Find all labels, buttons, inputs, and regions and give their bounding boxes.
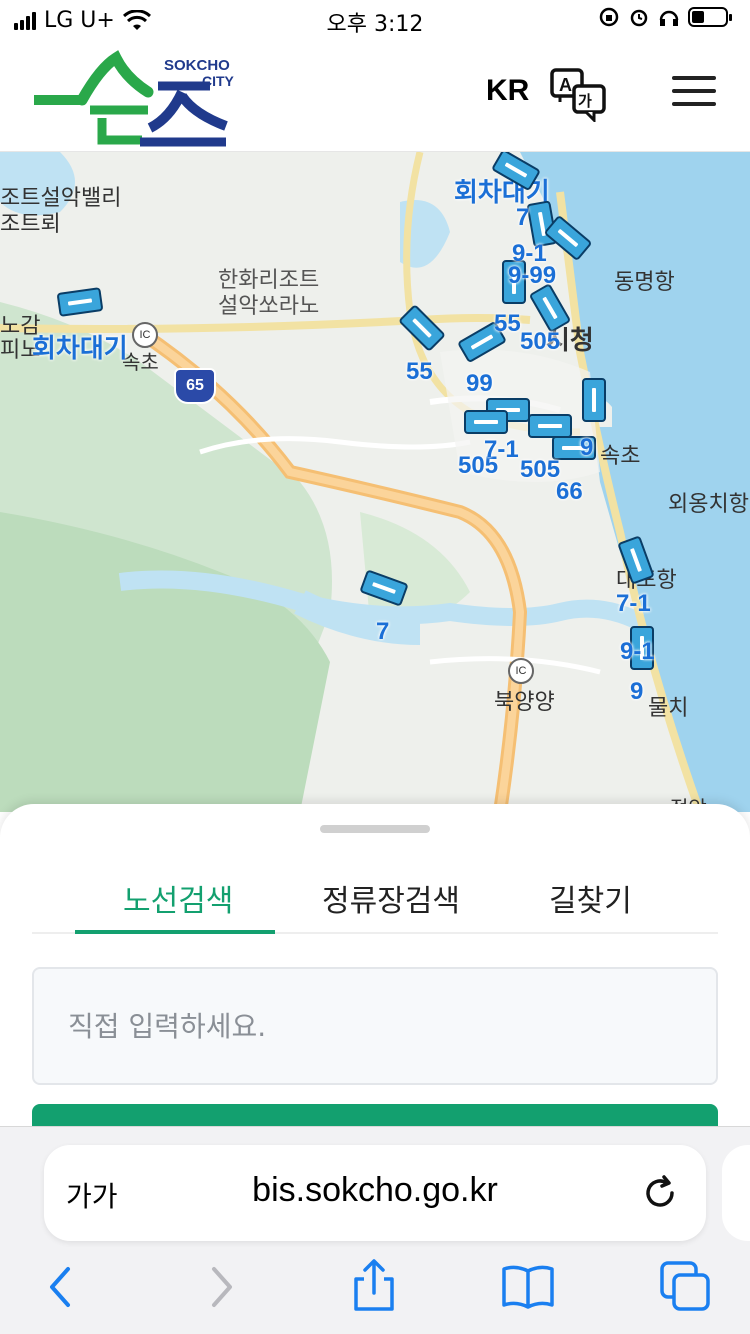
bus-marker[interactable]: [582, 378, 606, 422]
bus-marker[interactable]: [464, 410, 508, 434]
map-base: [0, 152, 750, 812]
route-label: 55: [494, 310, 521, 337]
ic-marker: IC: [132, 322, 158, 348]
forward-icon[interactable]: [190, 1257, 250, 1317]
route-label: 99: [466, 370, 493, 397]
hamburger-menu-icon[interactable]: [672, 76, 716, 112]
headphones-icon: [659, 10, 679, 26]
battery-icon: [688, 7, 732, 27]
sokcho-city-logo[interactable]: SOKCHO CITY: [30, 48, 240, 148]
svg-text:A: A: [559, 75, 572, 95]
url-text[interactable]: bis.sokcho.go.kr: [44, 1171, 706, 1210]
route-label: 7-1: [616, 590, 651, 617]
route-label: 9: [580, 434, 594, 461]
logo-sub-text: CITY: [202, 73, 235, 89]
sheet-drag-handle[interactable]: [320, 825, 430, 833]
highway-65-shield: 65: [174, 368, 216, 404]
active-tab-indicator: [75, 930, 275, 934]
status-icons: [598, 6, 734, 28]
route-label: 7-1: [484, 436, 519, 463]
tabs-icon[interactable]: [656, 1257, 716, 1317]
share-icon[interactable]: [344, 1257, 404, 1317]
app-screen: LG U+ 오후 3:12 SOKCHO CITY KR A 가 조트설악밸리 …: [0, 0, 750, 1334]
ic-marker: IC: [508, 658, 534, 684]
place-label: 물치: [648, 695, 689, 720]
waiting-label: 회차대기: [32, 333, 128, 363]
route-label: 9-99: [508, 262, 557, 289]
bus-map[interactable]: 조트설악밸리 조트뢰 한화리조트 설악쏘라노 동명항 시청 속초 외옹치항 북양…: [0, 152, 750, 812]
route-label: 7: [376, 618, 390, 645]
svg-text:가: 가: [578, 92, 592, 110]
rotation-lock-icon: [599, 7, 619, 27]
route-label: 505: [520, 456, 561, 483]
alarm-icon: [630, 9, 648, 27]
route-label: 9-1: [620, 638, 655, 665]
tab-stop-search[interactable]: 정류장검색: [322, 876, 460, 920]
place-label: 동명항: [614, 269, 675, 294]
site-header: SOKCHO CITY KR A 가: [0, 40, 750, 152]
browser-toolbar: 가가 bis.sokcho.go.kr: [0, 1126, 750, 1334]
next-tab-peek[interactable]: [722, 1145, 750, 1241]
address-bar[interactable]: 가가 bis.sokcho.go.kr: [44, 1145, 706, 1241]
route-label: 505: [520, 328, 561, 355]
back-icon[interactable]: [34, 1257, 94, 1317]
language-label[interactable]: KR: [486, 74, 529, 108]
place-label: 북양양: [494, 689, 555, 714]
translate-icon[interactable]: A 가: [548, 66, 610, 124]
logo-top-text: SOKCHO: [164, 57, 230, 74]
tab-route-search[interactable]: 노선검색: [123, 876, 233, 920]
search-input[interactable]: [32, 967, 718, 1085]
place-label: 외옹치항: [668, 491, 749, 516]
bus-marker[interactable]: [528, 414, 572, 438]
place-label: 설악쏘라노: [218, 293, 320, 318]
reload-icon[interactable]: [640, 1173, 680, 1213]
place-label: 조트뢰: [0, 211, 61, 236]
status-bar: LG U+ 오후 3:12: [0, 0, 750, 40]
tab-directions[interactable]: 길찾기: [549, 876, 632, 920]
place-label: 속초: [600, 443, 641, 468]
search-tabs: 노선검색 정류장검색 길찾기: [32, 860, 718, 934]
browser-nav-row: [0, 1257, 750, 1327]
route-label: 7: [516, 204, 530, 231]
bookmarks-icon[interactable]: [498, 1257, 558, 1317]
route-label: 9: [630, 678, 644, 705]
route-label: 55: [406, 358, 433, 385]
